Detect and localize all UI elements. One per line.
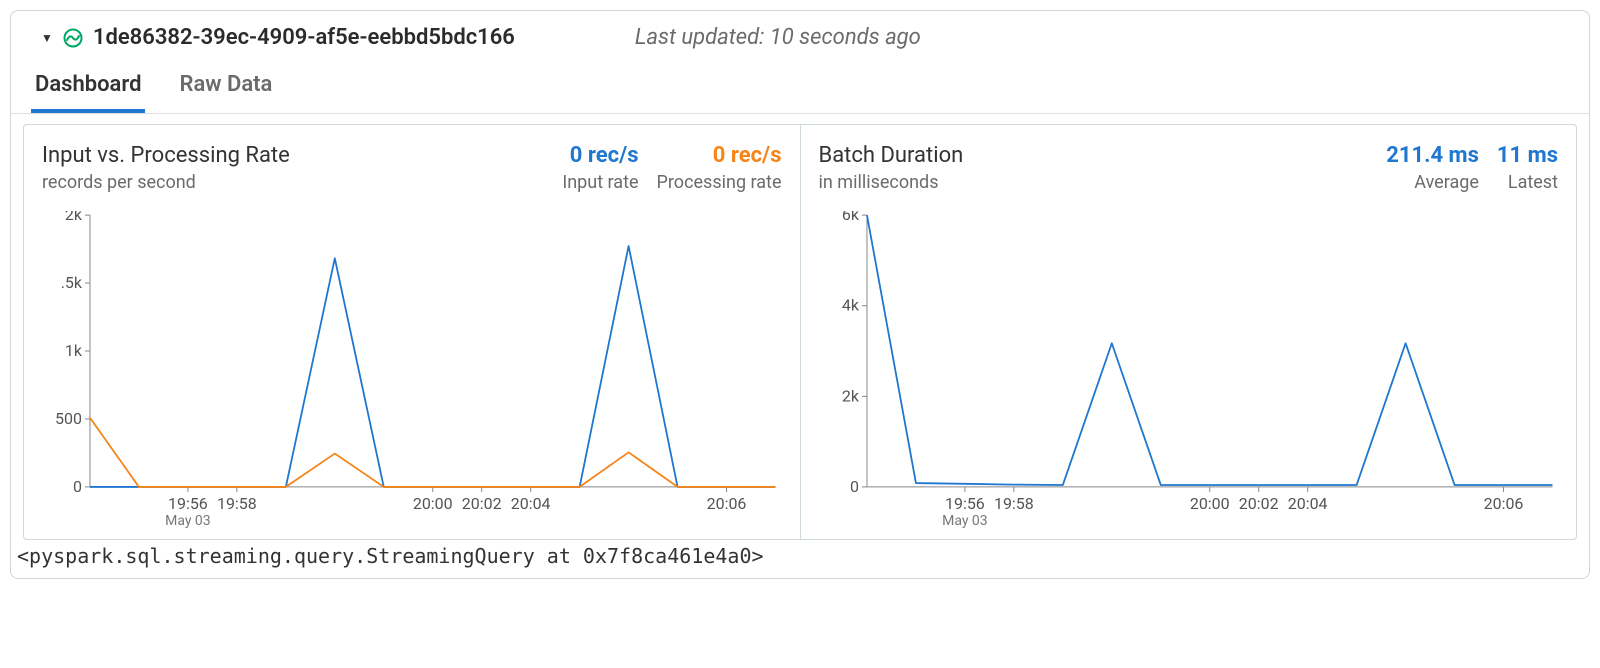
svg-text:20:00: 20:00 — [1189, 494, 1229, 513]
card-header: ▼ 1de86382-39ec-4909-af5e-eebbd5bdc166 L… — [11, 11, 1589, 58]
svg-text:.5k: .5k — [61, 273, 83, 292]
svg-text:6k: 6k — [841, 211, 859, 224]
svg-text:20:04: 20:04 — [511, 494, 551, 513]
panel-title: Input vs. Processing Rate — [42, 143, 290, 168]
tab-dashboard[interactable]: Dashboard — [31, 64, 145, 113]
svg-text:1k: 1k — [65, 341, 83, 360]
svg-text:19:56: 19:56 — [168, 494, 208, 513]
svg-text:20:04: 20:04 — [1287, 494, 1327, 513]
metric-latest-value: 11 ms — [1497, 143, 1558, 168]
svg-text:May 03: May 03 — [942, 513, 988, 529]
stream-id: 1de86382-39ec-4909-af5e-eebbd5bdc166 — [93, 25, 515, 50]
svg-text:4k: 4k — [841, 296, 859, 315]
python-repr: <pyspark.sql.streaming.query.StreamingQu… — [11, 540, 1589, 574]
metric-input-rate-label: Input rate — [562, 172, 638, 193]
svg-text:20:06: 20:06 — [1483, 494, 1523, 513]
panel-subtitle: records per second — [42, 172, 290, 193]
tab-raw-data[interactable]: Raw Data — [175, 64, 276, 113]
panel-title: Batch Duration — [819, 143, 964, 168]
svg-text:May 03: May 03 — [165, 513, 211, 529]
metric-processing-rate-label: Processing rate — [657, 172, 782, 193]
last-updated: Last updated: 10 seconds ago — [635, 25, 921, 50]
svg-text:20:02: 20:02 — [462, 494, 502, 513]
svg-text:20:06: 20:06 — [707, 494, 747, 513]
panel-batch-duration: Batch Duration in milliseconds 211.4 ms … — [800, 125, 1577, 539]
metric-average-value: 211.4 ms — [1386, 143, 1479, 168]
tab-bar: Dashboard Raw Data — [11, 64, 1589, 114]
collapse-caret-icon[interactable]: ▼ — [41, 31, 53, 45]
svg-text:19:56: 19:56 — [945, 494, 985, 513]
svg-text:0: 0 — [849, 477, 858, 496]
chart-input-vs-processing: 0 500 1k .5k 2k 19:56 19:58 20:00 20:02 20:04 20:0… — [42, 211, 782, 531]
svg-text:2k: 2k — [841, 386, 859, 405]
metric-latest-label: Latest — [1497, 172, 1558, 193]
svg-text:500: 500 — [55, 409, 82, 428]
svg-text:20:00: 20:00 — [413, 494, 453, 513]
svg-text:19:58: 19:58 — [993, 494, 1033, 513]
panel-input-vs-processing: Input vs. Processing Rate records per se… — [24, 125, 800, 539]
metric-average-label: Average — [1386, 172, 1479, 193]
svg-text:20:02: 20:02 — [1238, 494, 1278, 513]
panel-subtitle: in milliseconds — [819, 172, 964, 193]
chart-batch-duration: 0 2k 4k 6k 19:56 19:58 20:00 20:02 20:04 20:06 May… — [819, 211, 1559, 531]
status-running-icon — [63, 28, 83, 48]
svg-text:2k: 2k — [65, 211, 83, 224]
metric-input-rate-value: 0 rec/s — [562, 143, 638, 168]
streaming-query-card: ▼ 1de86382-39ec-4909-af5e-eebbd5bdc166 L… — [10, 10, 1590, 579]
svg-text:19:58: 19:58 — [217, 494, 257, 513]
svg-text:0: 0 — [73, 477, 82, 496]
chart-panels: Input vs. Processing Rate records per se… — [23, 124, 1577, 540]
metric-processing-rate-value: 0 rec/s — [657, 143, 782, 168]
